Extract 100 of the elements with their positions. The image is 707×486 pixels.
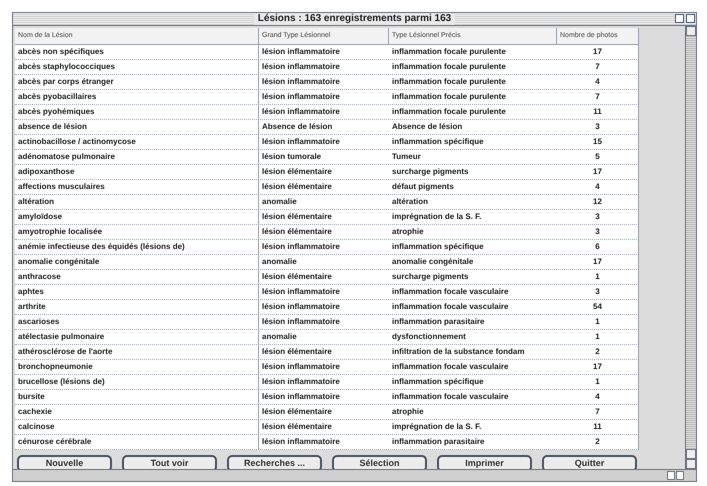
table-cell-text: anomalie xyxy=(261,256,298,268)
table-cell-text: inflammation focale vasculaire xyxy=(391,391,510,403)
table-cell-text: inflammation focale vasculaire xyxy=(391,301,510,313)
table-cell-text: Absence de lésion xyxy=(261,121,334,133)
table-cell-text: lésion inflammatoire xyxy=(261,136,341,148)
table-cell-text: lésion inflammatoire xyxy=(261,376,341,388)
table-cell-text: lésion inflammatoire xyxy=(261,106,341,118)
table-cell-text: anomalie congénitale xyxy=(391,256,474,268)
scroll-thumb[interactable] xyxy=(686,26,696,36)
table-cell: 12 xyxy=(557,195,639,209)
table-cell-text: Absence de lésion xyxy=(391,121,464,133)
table-cell: 17 xyxy=(557,165,639,179)
table-cell: adénomatose pulmonaire xyxy=(15,150,259,164)
table-cell: bronchopneumonie xyxy=(15,360,259,374)
table-cell: arthrite xyxy=(15,300,259,314)
table-cell: amyloïdose xyxy=(15,210,259,224)
table-cell: 11 xyxy=(557,420,639,434)
table-cell-text: altération xyxy=(391,196,430,208)
table-cell-text: anomalie xyxy=(261,331,298,343)
table-cell: aphtes xyxy=(15,285,259,299)
table-cell: 3 xyxy=(557,285,639,299)
table-cell-text: inflammation focale purulente xyxy=(391,76,507,88)
table-cell-text: inflammation spécifique xyxy=(391,241,485,253)
table-cell-text: défaut pigments xyxy=(391,181,455,193)
table-cell: athérosclérose de l'aorte xyxy=(15,345,259,359)
table-cell-text: lésion inflammatoire xyxy=(261,391,341,403)
table-cell: 1 xyxy=(557,315,639,329)
table-cell: anthracose xyxy=(15,270,259,284)
table-cell: abcès pyohémiques xyxy=(15,105,259,119)
table-cell-text: lésion inflammatoire xyxy=(261,76,341,88)
table-cell-text: lésion inflammatoire xyxy=(261,316,341,328)
table-cell: bursite xyxy=(15,390,259,404)
table-cell-text: anomalie xyxy=(261,196,298,208)
table-cell: 4 xyxy=(557,75,639,89)
table-cell: 7 xyxy=(557,90,639,104)
table-cell: 2 xyxy=(557,435,639,449)
table-cell-text: Tumeur xyxy=(391,151,422,163)
table-cell-text: atrophie xyxy=(391,226,425,238)
table-cell: 4 xyxy=(557,390,639,404)
table-cell-text: atrophie xyxy=(391,406,425,418)
table-cell-text: inflammation spécifique xyxy=(391,376,485,388)
table-cell-text: lésion élémentaire xyxy=(261,271,333,283)
table-cell: affections musculaires xyxy=(15,180,259,194)
table-cell-text: infiltration de la substance fondam xyxy=(391,346,526,358)
table-cell: anomalie congénitale xyxy=(15,255,259,269)
table-cell: 54 xyxy=(557,300,639,314)
table-cell-text: lésion inflammatoire xyxy=(261,61,341,73)
table-cell: actinobacillose / actinomycose xyxy=(15,135,259,149)
table-cell-text: lésion inflammatoire xyxy=(261,91,341,103)
zoom-box-icon[interactable] xyxy=(675,14,684,23)
table-cell: abcès staphylococciques xyxy=(15,60,259,74)
table-cell: 3 xyxy=(557,210,639,224)
table-cell: atélectasie pulmonaire xyxy=(15,330,259,344)
table-cell: anémie infectieuse des équidés (lésions de) xyxy=(15,240,259,254)
table-cell-text: lésion inflammatoire xyxy=(261,361,341,373)
table-cell-text: inflammation parasitaire xyxy=(391,436,486,448)
table-cell: 4 xyxy=(557,180,639,194)
table-cell-text: inflammation parasitaire xyxy=(391,316,486,328)
table-cell-text: imprégnation de la S. F. xyxy=(391,211,482,223)
table-cell-text: lésion tumorale xyxy=(261,151,322,163)
table-cell: cénurose cérébrale xyxy=(15,435,259,449)
table-cell-text: lésion inflammatoire xyxy=(261,46,341,58)
table-cell: abcès par corps étranger xyxy=(15,75,259,89)
table-cell: cachexie xyxy=(15,405,259,419)
table-cell-text: lésion élémentaire xyxy=(261,226,333,238)
table-cell: ascarioses xyxy=(15,315,259,329)
table-cell: 5 xyxy=(557,150,639,164)
table-cell: 1 xyxy=(557,330,639,344)
table-cell-text: lésion élémentaire xyxy=(261,406,333,418)
table-cell-text: lésion élémentaire xyxy=(261,211,333,223)
table-cell: 1 xyxy=(557,375,639,389)
table-cell-text: lésion élémentaire xyxy=(261,166,333,178)
table-cell-text: lésion élémentaire xyxy=(261,346,333,358)
collapse-box-icon[interactable] xyxy=(686,14,695,23)
table-cell-text: inflammation focale purulente xyxy=(391,91,507,103)
table-cell-text: surcharge pigments xyxy=(391,271,470,283)
window-title: Lésions : 163 enregistrements parmi 163 xyxy=(254,13,456,25)
table-cell-text: imprégnation de la S. F. xyxy=(391,421,482,433)
scroll-bar[interactable] xyxy=(685,26,696,469)
table-cell-text: lésion inflammatoire xyxy=(261,301,341,313)
table-cell: 7 xyxy=(557,405,639,419)
table-cell-text: inflammation focale vasculaire xyxy=(391,361,510,373)
table-cell: amyotrophie localisée xyxy=(15,225,259,239)
table-cell-text: lésion inflammatoire xyxy=(261,286,341,298)
table-cell: 17 xyxy=(557,255,639,269)
table-cell: 2 xyxy=(557,345,639,359)
table-cell: 17 xyxy=(557,360,639,374)
table-cell-text: inflammation focale purulente xyxy=(391,61,507,73)
table-cell: abcès pyobacillaires xyxy=(15,90,259,104)
table-cell-text: inflammation spécifique xyxy=(391,136,485,148)
table-cell-text: surcharge pigments xyxy=(391,166,470,178)
table-cell-text: lésion inflammatoire xyxy=(261,436,341,448)
table-cell: 15 xyxy=(557,135,639,149)
table-cell: 3 xyxy=(557,120,639,134)
table-cell: 1 xyxy=(557,270,639,284)
table-cell-text: inflammation focale purulente xyxy=(391,46,507,58)
table-cell-text: dysfonctionnement xyxy=(391,331,467,343)
table-cell: absence de lésion xyxy=(15,120,259,134)
table-cell-text: inflammation focale vasculaire xyxy=(391,286,510,298)
table-cell-text: lésion inflammatoire xyxy=(261,241,341,253)
